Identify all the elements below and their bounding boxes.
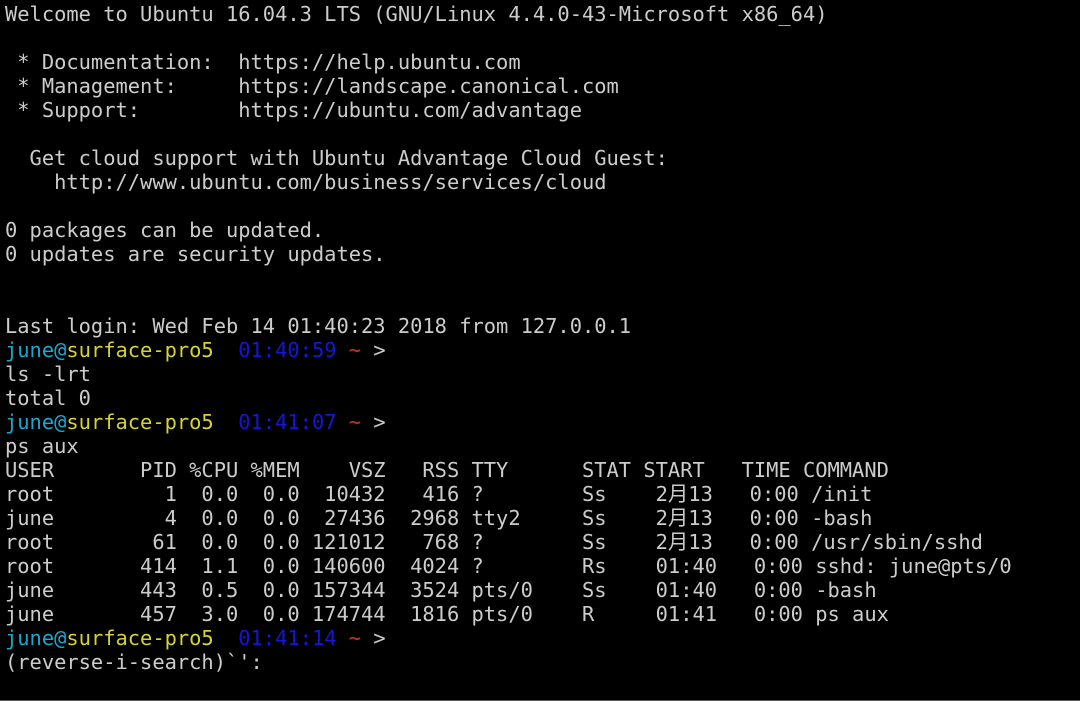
command-ls: ls -lrt [5,362,91,386]
prompt-symbol: > [373,410,386,434]
prompt-user: june [5,626,55,650]
reverse-search-input[interactable]: (reverse-i-search)`': [5,650,263,674]
prompt-symbol: > [373,338,386,362]
prompt-user: june [5,338,55,362]
command-ps: ps aux [5,434,79,458]
motd-documentation: * Documentation: https://help.ubuntu.com [5,50,521,74]
motd-cloud-url: http://www.ubuntu.com/business/services/… [5,170,607,194]
prompt-host: surface-pro5 [66,626,214,650]
prompt-at: @ [54,626,67,650]
prompt-host: surface-pro5 [66,338,214,362]
prompt-tilde: ~ [348,626,362,650]
prompt-time: 01:40:59 [238,338,337,362]
motd-packages: 0 packages can be updated. [5,218,325,242]
shell-prompt: june@surface-pro5 01:41:07 ~ > [5,410,386,434]
ps-row: root 1 0.0 0.0 10432 416 ? Ss 2月13 0:00 … [5,482,873,506]
ps-row: june 457 3.0 0.0 174744 1816 pts/0 R 01:… [5,602,889,626]
ls-output: total 0 [5,386,91,410]
shell-prompt: june@surface-pro5 01:41:14 ~ > [5,626,386,650]
prompt-time: 01:41:14 [238,626,337,650]
ps-row: june 443 0.5 0.0 157344 3524 pts/0 Ss 01… [5,578,877,602]
terminal-window[interactable]: Welcome to Ubuntu 16.04.3 LTS (GNU/Linux… [0,0,1080,701]
prompt-time: 01:41:07 [238,410,337,434]
shell-prompt: june@surface-pro5 01:40:59 ~ > [5,338,386,362]
last-login: Last login: Wed Feb 14 01:40:23 2018 fro… [5,314,632,338]
ps-row: root 414 1.1 0.0 140600 4024 ? Rs 01:40 … [5,554,1012,578]
motd-cloud-support: Get cloud support with Ubuntu Advantage … [5,146,668,170]
prompt-host: surface-pro5 [66,410,214,434]
motd-support: * Support: https://ubuntu.com/advantage [5,98,582,122]
prompt-tilde: ~ [348,338,362,362]
prompt-at: @ [54,410,67,434]
prompt-tilde: ~ [348,410,362,434]
motd-management: * Management: https://landscape.canonica… [5,74,619,98]
prompt-at: @ [54,338,67,362]
prompt-symbol: > [373,626,386,650]
ps-header: USER PID %CPU %MEM VSZ RSS TTY STAT STAR… [5,458,889,482]
motd-welcome: Welcome to Ubuntu 16.04.3 LTS (GNU/Linux… [5,2,828,26]
prompt-user: june [5,410,55,434]
motd-security: 0 updates are security updates. [5,242,386,266]
ps-row: june 4 0.0 0.0 27436 2968 tty2 Ss 2月13 0… [5,506,873,530]
ps-row: root 61 0.0 0.0 121012 768 ? Ss 2月13 0:0… [5,530,983,554]
